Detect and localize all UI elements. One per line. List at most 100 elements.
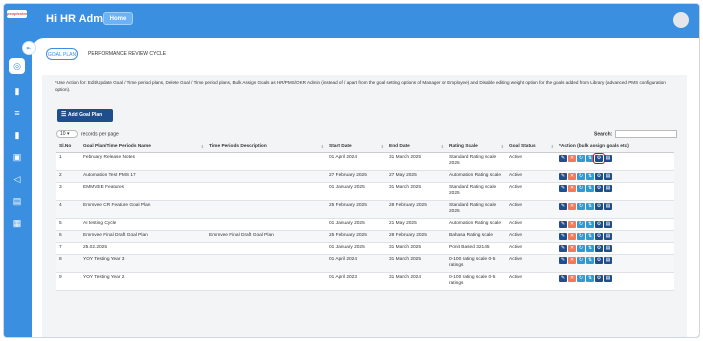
assign-icon[interactable]: ↻	[577, 274, 585, 282]
cell-rating-scale: Ponit Based 32145	[446, 242, 506, 255]
settings-icon[interactable]: ⚙	[595, 232, 603, 240]
delete-icon[interactable]: ✕	[568, 184, 576, 192]
tab-performance-review-cycle[interactable]: PERFORMANCE REVIEW CYCLE	[88, 48, 166, 60]
sidebar-item-book[interactable]: ▮	[12, 86, 22, 96]
sidebar-item-calendar[interactable]: ▦	[12, 218, 22, 228]
col-header[interactable]: *Action (bulk assign goals etc)	[556, 141, 674, 153]
cell-sl-no: 5	[56, 218, 80, 231]
cell-plan-name: AI testing Cycle	[80, 218, 206, 231]
cell-goal-status: Active	[506, 254, 556, 273]
search-input[interactable]	[615, 130, 678, 138]
page-length-select[interactable]: 10 ▾	[56, 130, 78, 138]
edit-icon[interactable]: ✎	[559, 202, 567, 210]
cell-description	[206, 182, 326, 201]
delete-icon[interactable]: ✕	[568, 202, 576, 210]
assign-icon[interactable]: ↻	[577, 202, 585, 210]
bulk-assign-icon[interactable]: ⇅	[586, 202, 594, 210]
document-icon[interactable]: ▤	[604, 256, 612, 264]
settings-icon[interactable]: ⚙	[593, 152, 605, 164]
sidebar-item-docs[interactable]: ▮	[12, 130, 22, 140]
document-icon[interactable]: ▤	[604, 154, 612, 162]
document-icon[interactable]: ▤	[604, 184, 612, 192]
col-header[interactable]: Sl.No	[56, 141, 80, 153]
cell-sl-no: 6	[56, 230, 80, 243]
cell-start-date: 25 February 2025	[326, 230, 386, 243]
table-row: 6 Emmvee Final Draft Goal Plan Emmvee Fina…	[56, 230, 674, 243]
sidebar-item-forms[interactable]: ▤	[12, 196, 22, 206]
search-label: Search:	[594, 131, 613, 138]
edit-icon[interactable]: ✎	[559, 232, 567, 240]
collapse-sidebar-button[interactable]: ⇤	[22, 41, 36, 55]
bulk-assign-icon[interactable]: ⇅	[586, 256, 594, 264]
cell-sl-no: 4	[56, 200, 80, 219]
add-goal-plan-button[interactable]: ☰ Add Goal Plan	[57, 109, 113, 122]
edit-icon[interactable]: ✎	[559, 172, 567, 180]
settings-icon[interactable]: ⚙	[595, 172, 603, 180]
cell-plan-name: Emmvee CR Feature Goal Plan	[80, 200, 206, 219]
bulk-assign-icon[interactable]: ⇅	[586, 172, 594, 180]
document-icon[interactable]: ▤	[604, 244, 612, 252]
edit-icon[interactable]: ✎	[559, 244, 567, 252]
edit-icon[interactable]: ✎	[559, 184, 567, 192]
col-header[interactable]: Time Periods Description ⬍	[206, 141, 326, 153]
delete-icon[interactable]: ✕	[568, 244, 576, 252]
settings-icon[interactable]: ⚙	[595, 244, 603, 252]
edit-icon[interactable]: ✎	[559, 154, 567, 162]
document-icon[interactable]: ▤	[604, 274, 612, 282]
assign-icon[interactable]: ↻	[577, 256, 585, 264]
delete-icon[interactable]: ✕	[568, 232, 576, 240]
tab-goal-plan[interactable]: GOAL PLAN	[46, 48, 78, 60]
settings-icon[interactable]: ⚙	[595, 184, 603, 192]
assign-icon[interactable]: ↻	[577, 244, 585, 252]
sidebar-item-team[interactable]: ≡	[12, 108, 22, 118]
assign-icon[interactable]: ↻	[577, 154, 585, 162]
delete-icon[interactable]: ✕	[568, 172, 576, 180]
settings-icon[interactable]: ⚙	[595, 220, 603, 228]
delete-icon[interactable]: ✕	[568, 274, 576, 282]
col-header[interactable]: End Date ⬍	[386, 141, 446, 153]
document-icon[interactable]: ▤	[604, 202, 612, 210]
assign-icon[interactable]: ↻	[577, 184, 585, 192]
home-button[interactable]: Home	[103, 12, 133, 25]
delete-icon[interactable]: ✕	[568, 154, 576, 162]
document-icon[interactable]: ▤	[604, 220, 612, 228]
delete-icon[interactable]: ✕	[568, 220, 576, 228]
cell-description	[206, 272, 326, 291]
col-header[interactable]: Goal Status ⬍	[506, 141, 556, 153]
edit-icon[interactable]: ✎	[559, 256, 567, 264]
edit-icon[interactable]: ✎	[559, 274, 567, 282]
page-length-control: 10 ▾ records per page	[56, 130, 119, 138]
document-icon[interactable]: ▤	[604, 172, 612, 180]
bulk-assign-icon[interactable]: ⇅	[586, 220, 594, 228]
bulk-assign-icon[interactable]: ⇅	[586, 184, 594, 192]
settings-icon[interactable]: ⚙	[595, 202, 603, 210]
bulk-assign-icon[interactable]: ⇅	[586, 274, 594, 282]
bulk-assign-icon[interactable]: ⇅	[586, 232, 594, 240]
assign-icon[interactable]: ↻	[577, 220, 585, 228]
col-header[interactable]: Start Date ⬍	[326, 141, 386, 153]
sidebar-item-goals[interactable]: ◎	[9, 58, 25, 74]
cell-start-date: 01 April 2024	[326, 152, 386, 171]
bulk-assign-icon[interactable]: ⇅	[586, 244, 594, 252]
cell-description	[206, 152, 326, 171]
sort-icon: ⬍	[380, 144, 384, 149]
bulk-assign-icon[interactable]: ⇅	[586, 154, 594, 162]
cell-start-date: 25 February 2025	[326, 200, 386, 219]
assign-icon[interactable]: ↻	[577, 172, 585, 180]
sidebar-item-megaphone[interactable]: ◁	[12, 174, 22, 184]
col-header[interactable]: Rating Scale ⬍	[446, 141, 506, 153]
cell-actions: ✎ ✕ ↻ ⇅ ⚙ ▤	[556, 200, 674, 219]
assign-icon[interactable]: ↻	[577, 232, 585, 240]
user-avatar[interactable]	[673, 12, 689, 28]
delete-icon[interactable]: ✕	[568, 256, 576, 264]
col-header-label: Sl.No	[59, 143, 72, 149]
sidebar-item-reports[interactable]: ▣	[12, 152, 22, 162]
document-icon[interactable]: ▤	[604, 232, 612, 240]
settings-icon[interactable]: ⚙	[595, 256, 603, 264]
cell-actions: ✎ ✕ ↻ ⇅ ⚙ ▤	[556, 218, 674, 231]
cell-start-date: 01 January 2025	[326, 242, 386, 255]
edit-icon[interactable]: ✎	[559, 220, 567, 228]
settings-icon[interactable]: ⚙	[595, 274, 603, 282]
col-header[interactable]: Goal Plan/Time Periods Name ⬍	[80, 141, 206, 153]
cell-end-date: 31 March 2025	[386, 152, 446, 171]
